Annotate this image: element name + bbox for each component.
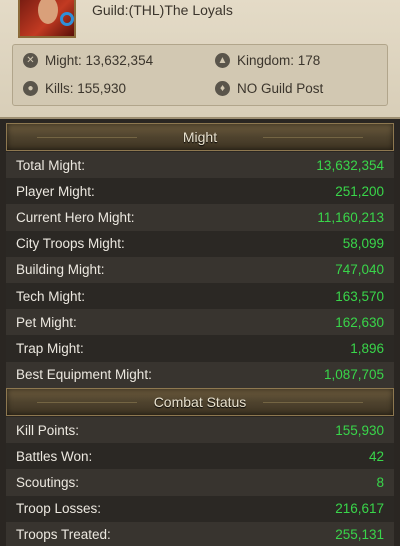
might-row: Current Hero Might: 11,160,213: [6, 204, 394, 231]
might-row-value: 11,160,213: [317, 209, 384, 225]
kingdom-stat-label: Kingdom: 178: [237, 53, 321, 68]
helmet-icon: ▲: [215, 53, 230, 68]
might-row-value: 162,630: [335, 314, 384, 330]
might-row-value: 13,632,354: [316, 157, 384, 173]
might-row-label: Trap Might:: [16, 340, 84, 356]
might-row-label: City Troops Might:: [16, 236, 125, 252]
combat-row: Battles Won: 42: [6, 443, 394, 470]
might-row-value: 58,099: [342, 236, 384, 252]
combat-row-label: Troops Treated:: [16, 527, 111, 543]
combat-row-value: 42: [368, 448, 384, 464]
might-section-title: Might: [182, 129, 218, 145]
combat-row-label: Scoutings:: [16, 474, 80, 490]
kills-stat: ● Kills: 155,930: [23, 81, 126, 96]
might-stat: ✕ Might: 13,632,354: [23, 53, 153, 68]
combat-row: Kill Points: 155,930: [6, 417, 394, 444]
might-row: Trap Might: 1,896: [6, 335, 394, 362]
might-row: Building Might: 747,040: [6, 256, 394, 283]
avatar-face: [38, 0, 58, 24]
combat-rows: Kill Points: 155,930 Battles Won: 42 Scoutin…: [6, 417, 394, 546]
combat-section-title: Combat Status: [153, 394, 247, 410]
profile-panel: Guild:(THL)The Loyals ✕ Might: 13,632,35…: [0, 0, 400, 119]
might-row-value: 163,570: [335, 288, 384, 304]
skull-icon: ●: [23, 81, 38, 96]
might-row-label: Best Equipment Might:: [16, 367, 152, 383]
avatar-ring: [60, 12, 74, 26]
might-row-value: 1,896: [350, 340, 384, 356]
might-row: Total Might: 13,632,354: [6, 152, 394, 179]
might-row-label: Player Might:: [16, 183, 95, 199]
guild-name: Guild:(THL)The Loyals: [92, 2, 233, 18]
kingdom-stat: ▲ Kingdom: 178: [215, 53, 320, 68]
might-row: Player Might: 251,200: [6, 178, 394, 205]
combat-row-value: 8: [376, 474, 384, 490]
might-row-label: Building Might:: [16, 262, 105, 278]
might-rows: Total Might: 13,632,354 Player Might: 251,2…: [6, 152, 394, 388]
profile-stats-box: ✕ Might: 13,632,354 ▲ Kingdom: 178 ● Kil…: [12, 44, 388, 106]
player-avatar[interactable]: [18, 0, 76, 38]
combat-row-value: 155,930: [335, 422, 384, 438]
combat-row-label: Kill Points:: [16, 422, 80, 438]
might-row-value: 747,040: [335, 262, 384, 278]
combat-row: Scoutings: 8: [6, 469, 394, 496]
might-row-value: 251,200: [335, 183, 384, 199]
combat-section-header: Combat Status: [6, 388, 394, 416]
might-row-label: Total Might:: [16, 157, 86, 173]
might-section-header: Might: [6, 123, 394, 151]
combat-row: Troops Treated: 255,131: [6, 521, 394, 546]
kills-stat-label: Kills: 155,930: [45, 81, 127, 96]
might-row: Pet Might: 162,630: [6, 309, 394, 336]
crossed-swords-icon: ✕: [23, 53, 38, 68]
combat-row-label: Troop Losses:: [16, 501, 102, 517]
combat-row-value: 216,617: [335, 501, 384, 517]
combat-row-value: 255,131: [335, 527, 384, 543]
might-row-value: 1,087,705: [323, 367, 384, 383]
might-row-label: Pet Might:: [16, 314, 77, 330]
crest-icon: ♦: [215, 81, 230, 96]
might-row: City Troops Might: 58,099: [6, 230, 394, 257]
might-row-label: Tech Might:: [16, 288, 86, 304]
might-row: Tech Might: 163,570: [6, 282, 394, 310]
combat-row-label: Battles Won:: [16, 448, 93, 464]
guild-post-stat: ♦ NO Guild Post: [215, 81, 323, 96]
might-stat-label: Might: 13,632,354: [45, 53, 154, 68]
might-row-label: Current Hero Might:: [16, 209, 135, 225]
might-row: Best Equipment Might: 1,087,705: [6, 361, 394, 388]
guild-post-label: NO Guild Post: [237, 81, 324, 96]
combat-row: Troop Losses: 216,617: [6, 495, 394, 522]
